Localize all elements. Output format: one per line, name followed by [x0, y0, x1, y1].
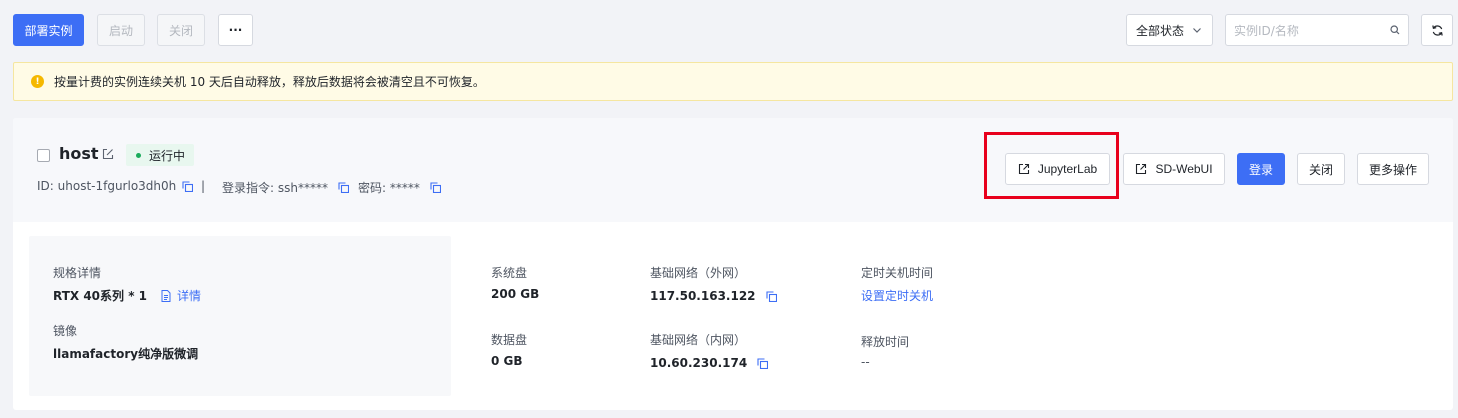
password-text: 密码: *****: [358, 181, 420, 195]
instance-id: ID: uhost-1fgurlo3dh0h: [37, 179, 194, 193]
spec-label: 规格详情: [53, 266, 102, 280]
notice-text: 按量计费的实例连续关机 10 天后自动释放，释放后数据将会被清空且不可恢复。: [54, 75, 485, 89]
toolbar: 部署实例 启动 关闭 ··· 全部状态 实例ID/名称: [13, 14, 1453, 46]
status-filter-select[interactable]: 全部状态: [1126, 14, 1213, 46]
copy-password-icon[interactable]: [430, 182, 441, 193]
data-disk-value: 0 GB: [491, 354, 523, 368]
instance-card: host 运行中 ID: uhost-1fgurlo3dh0h | 登录指令: …: [13, 118, 1453, 410]
status-filter-value: 全部状态: [1136, 23, 1185, 38]
system-disk-value: 200 GB: [491, 287, 540, 301]
set-scheduled-shutdown-link[interactable]: 设置定时关机: [861, 287, 933, 304]
start-button[interactable]: 启动: [97, 14, 145, 46]
scheduled-shutdown-label: 定时关机时间: [861, 266, 934, 280]
document-icon: [161, 289, 171, 302]
release-time-label: 释放时间: [861, 335, 910, 349]
external-link-icon: [1136, 163, 1147, 175]
instance-id-text: ID: uhost-1fgurlo3dh0h: [37, 179, 177, 193]
login-command: 登录指令: ssh*****: [222, 179, 349, 196]
copy-login-icon[interactable]: [338, 182, 349, 193]
running-dot-icon: [136, 152, 141, 158]
search-icon[interactable]: [1390, 25, 1400, 35]
chevron-down-icon: [1193, 27, 1201, 33]
sd-webui-label: SD-WebUI: [1155, 162, 1213, 176]
sd-webui-button[interactable]: SD-WebUI: [1123, 153, 1225, 185]
instance-name: host: [59, 144, 99, 163]
public-network-label: 基础网络（外网）: [650, 266, 747, 280]
spec-panel: 规格详情 RTX 40系列 * 1 详情 镜像 llamafactory纯净版微…: [29, 236, 451, 396]
release-time-value: --: [861, 355, 870, 369]
copy-private-ip-icon[interactable]: [757, 357, 769, 369]
data-disk-label: 数据盘: [491, 333, 528, 347]
spec-value-row: RTX 40系列 * 1 详情: [53, 287, 201, 304]
public-network-row: 117.50.163.122: [650, 289, 777, 303]
private-ip: 10.60.230.174: [650, 356, 748, 370]
search-placeholder: 实例ID/名称: [1234, 23, 1299, 38]
warning-icon: !: [31, 75, 44, 88]
search-input[interactable]: 实例ID/名称: [1225, 14, 1409, 46]
highlight-box: [984, 132, 1119, 199]
status-badge: 运行中: [126, 144, 195, 166]
refresh-icon: [1431, 24, 1443, 36]
meta-separator: |: [201, 179, 206, 193]
instance-card-header: host 运行中 ID: uhost-1fgurlo3dh0h | 登录指令: …: [13, 118, 1453, 222]
instance-checkbox[interactable]: [37, 149, 50, 162]
login-button[interactable]: 登录: [1237, 153, 1285, 185]
close-button[interactable]: 关闭: [157, 14, 205, 46]
copy-public-ip-icon[interactable]: [765, 290, 777, 302]
status-text: 运行中: [149, 148, 186, 163]
image-value: llamafactory纯净版微调: [53, 347, 199, 361]
shutdown-button[interactable]: 关闭: [1297, 153, 1345, 185]
private-network-label: 基础网络（内网）: [650, 333, 747, 347]
spec-value: RTX 40系列 * 1: [53, 289, 147, 303]
login-command-text: 登录指令: ssh*****: [222, 181, 328, 195]
system-disk-label: 系统盘: [491, 266, 528, 280]
spec-detail-link[interactable]: 详情: [177, 287, 201, 304]
edit-name-icon[interactable]: [102, 148, 114, 160]
private-network-row: 10.60.230.174: [650, 356, 769, 370]
more-button[interactable]: ···: [218, 14, 253, 46]
more-actions-button[interactable]: 更多操作: [1357, 153, 1429, 185]
public-ip: 117.50.163.122: [650, 289, 756, 303]
copy-id-icon[interactable]: [182, 180, 194, 192]
release-notice: ! 按量计费的实例连续关机 10 天后自动释放，释放后数据将会被清空且不可恢复。: [13, 62, 1453, 101]
refresh-button[interactable]: [1421, 14, 1453, 46]
password: 密码: *****: [358, 179, 441, 196]
image-label: 镜像: [53, 324, 78, 338]
deploy-instance-button[interactable]: 部署实例: [13, 14, 84, 46]
